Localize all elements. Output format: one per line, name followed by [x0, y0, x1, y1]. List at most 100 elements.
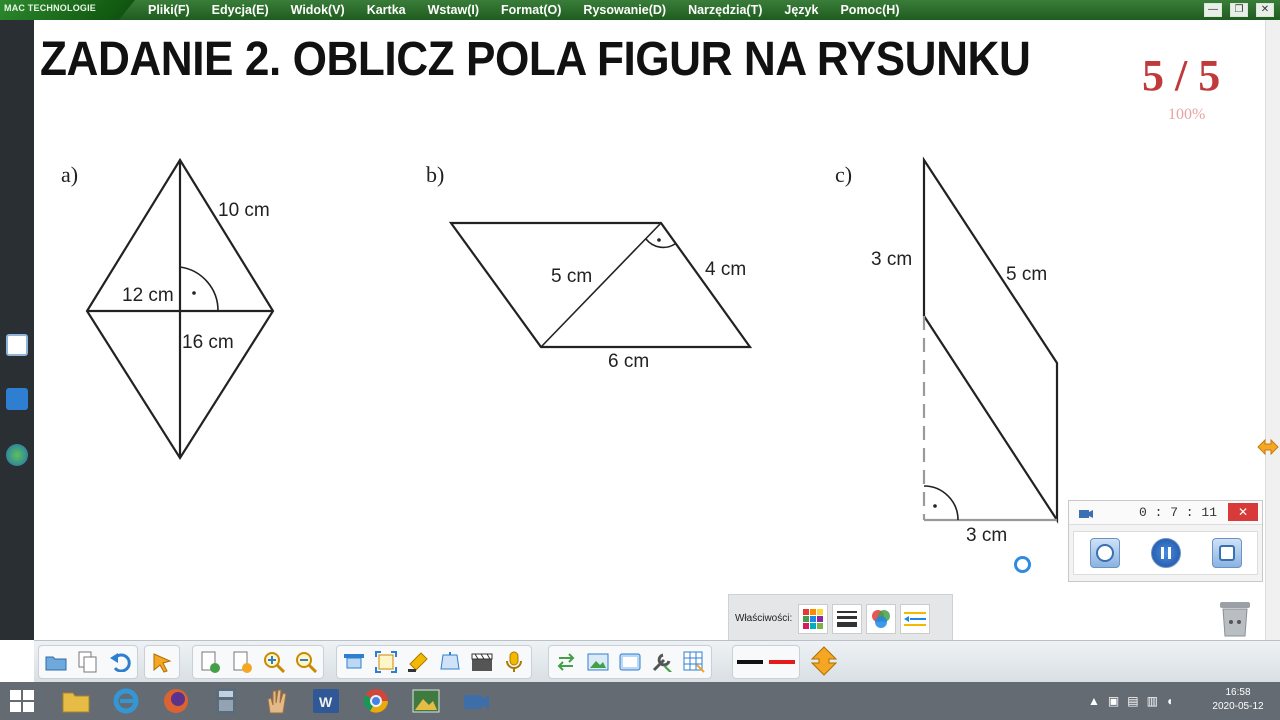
figure-c-dot	[933, 504, 937, 508]
microphone-button[interactable]	[500, 648, 528, 676]
toolbar-group-insert	[548, 645, 712, 679]
red-pen-button[interactable]	[768, 648, 796, 676]
zoom-in-icon	[264, 652, 285, 673]
line-width-button[interactable]	[832, 603, 863, 634]
book-icon[interactable]	[6, 388, 28, 410]
tools-button[interactable]	[648, 648, 676, 676]
stop-icon	[1218, 545, 1235, 561]
restore-button[interactable]: ❐	[1230, 3, 1248, 17]
menu-draw[interactable]: Rysowanie(D)	[583, 3, 666, 17]
timer-close-button[interactable]: ✕	[1228, 503, 1258, 521]
timer-time: 0 : 7 : 11	[1139, 505, 1218, 520]
remove-page-button[interactable]	[228, 648, 256, 676]
system-clock[interactable]: 16:58 2020-05-12	[1206, 686, 1270, 714]
swap-button[interactable]	[552, 648, 580, 676]
toolbar-group-page	[192, 645, 324, 679]
display-icon[interactable]: ▤	[1127, 694, 1138, 708]
zoom-in-button[interactable]	[260, 648, 288, 676]
battery-icon[interactable]: ▥	[1147, 694, 1158, 708]
line-width-icon	[837, 610, 858, 627]
figure-a-diagonal-label: 16 cm	[182, 332, 234, 353]
figure-a-label: a)	[61, 162, 78, 187]
hand-tool-icon[interactable]	[260, 685, 292, 717]
figure-b-side-label: 4 cm	[705, 259, 746, 280]
copy-icon	[78, 651, 97, 673]
globe-icon[interactable]	[6, 444, 28, 466]
add-page-button[interactable]	[196, 648, 224, 676]
fit-screen-button[interactable]	[372, 648, 400, 676]
network-icon[interactable]: ▣	[1108, 694, 1119, 708]
figure-c-right-angle	[923, 485, 959, 521]
projector-icon	[344, 654, 364, 669]
screen-capture-button[interactable]	[616, 648, 644, 676]
color-grid-button[interactable]	[798, 603, 829, 634]
menu-edit[interactable]: Edycja(E)	[212, 3, 269, 17]
figure-b-dot	[657, 238, 661, 242]
menu-file[interactable]: Pliki(F)	[148, 3, 190, 17]
brand-logo: MAC TECHNOLOGIE	[0, 0, 135, 20]
line-style-button[interactable]	[900, 603, 931, 634]
toolbar-group-pens	[732, 645, 800, 679]
figure-c-label: c)	[835, 162, 852, 187]
spotlight-button[interactable]	[436, 648, 464, 676]
remove-page-icon	[233, 651, 252, 673]
tray-expand-icon[interactable]: ▲	[1088, 694, 1100, 708]
trash-icon[interactable]	[1217, 598, 1253, 638]
menu-language[interactable]: Język	[784, 3, 818, 17]
undo-icon	[110, 653, 131, 672]
calculator-icon[interactable]	[210, 685, 242, 717]
clock-date: 2020-05-12	[1212, 701, 1264, 712]
menu-tools[interactable]: Narzędzia(T)	[688, 3, 762, 17]
collapse-arrows-icon[interactable]	[1256, 436, 1280, 458]
figure-a-half-diagonal-label: 12 cm	[122, 285, 174, 306]
microphone-icon	[506, 651, 522, 672]
stop-button[interactable]	[1211, 538, 1242, 568]
window-icon[interactable]	[6, 334, 28, 356]
insert-image-button[interactable]	[584, 648, 612, 676]
pause-button[interactable]	[1150, 538, 1181, 568]
menu-format[interactable]: Format(O)	[501, 3, 561, 17]
figure-b-label: b)	[426, 162, 444, 187]
photos-icon[interactable]	[410, 685, 442, 717]
color-mix-button[interactable]	[866, 603, 897, 634]
black-line-icon	[737, 660, 763, 664]
toolbar-group-file	[38, 645, 138, 679]
video-recorder-icon[interactable]	[460, 685, 492, 717]
internet-explorer-icon[interactable]	[110, 685, 142, 717]
figure-a-right-angle	[179, 266, 219, 312]
camera-icon	[1079, 509, 1093, 518]
undo-button[interactable]	[106, 648, 134, 676]
firefox-icon[interactable]	[160, 685, 192, 717]
highlighter-button[interactable]	[404, 648, 432, 676]
table-button[interactable]	[680, 648, 708, 676]
chrome-icon[interactable]	[360, 685, 392, 717]
close-window-button[interactable]: ✕	[1256, 3, 1274, 17]
menu-page[interactable]: Kartka	[367, 3, 406, 17]
screen-shade-button[interactable]	[340, 648, 368, 676]
window-controls: — ❐ ✕	[1204, 3, 1274, 17]
minimize-button[interactable]: —	[1204, 3, 1222, 17]
black-pen-button[interactable]	[736, 648, 764, 676]
menu-insert[interactable]: Wstaw(I)	[428, 3, 479, 17]
figure-c-shape	[922, 156, 1059, 524]
volume-icon[interactable]: ◖	[1166, 694, 1173, 708]
menu-bar: MAC TECHNOLOGIE Pliki(F) Edycja(E) Widok…	[0, 0, 1280, 20]
record-button[interactable]	[1089, 538, 1120, 568]
expand-toolbar-button[interactable]	[810, 646, 838, 676]
zoom-out-button[interactable]	[292, 648, 320, 676]
windows-start-icon[interactable]	[10, 690, 34, 712]
clock-time: 16:58	[1225, 687, 1251, 698]
image-icon	[587, 653, 609, 671]
select-pointer-button[interactable]	[148, 648, 176, 676]
open-folder-button[interactable]	[42, 648, 70, 676]
file-explorer-icon[interactable]	[60, 685, 92, 717]
right-scrollbar[interactable]	[1265, 20, 1280, 640]
clapperboard-button[interactable]	[468, 648, 496, 676]
word-icon[interactable]: W	[310, 685, 342, 717]
copy-page-button[interactable]	[74, 648, 102, 676]
menu-view[interactable]: Widok(V)	[291, 3, 345, 17]
menu-help[interactable]: Pomoc(H)	[840, 3, 899, 17]
properties-label: Właściwości:	[735, 613, 793, 624]
figure-b-base-label: 6 cm	[608, 351, 649, 372]
figure-c-slant-label: 5 cm	[1006, 264, 1047, 285]
